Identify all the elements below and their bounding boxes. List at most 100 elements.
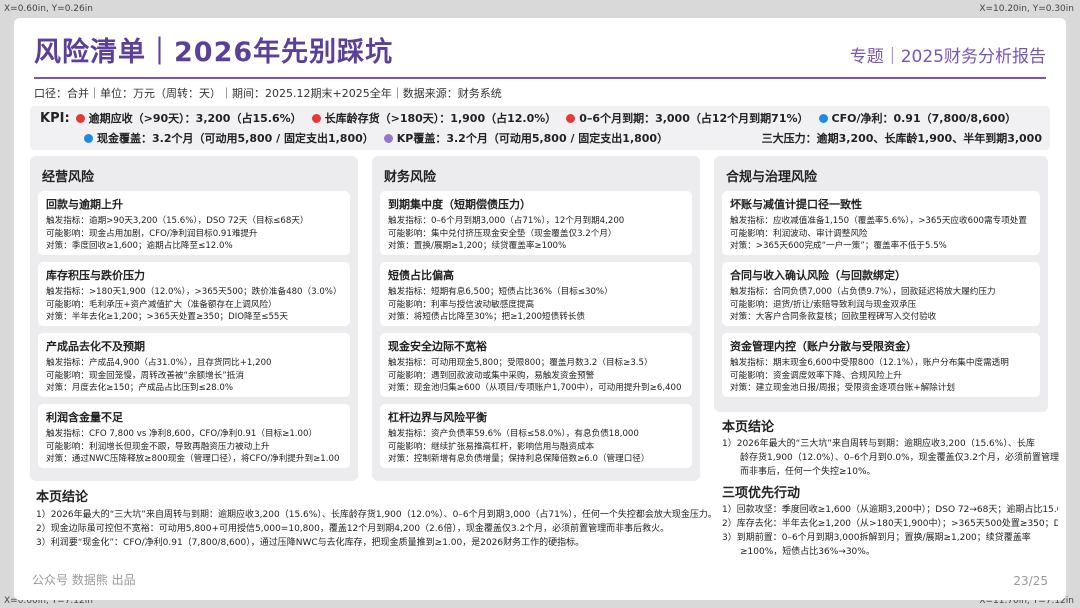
column-title: 经营风险 [42,170,95,185]
risk-card-line: 可能影响：集中兑付挤压现金安全垫（现金覆盖仅3.2个月） [388,228,617,239]
risk-card: 利润含金量不足触发指标：CFO 7,800 vs 净利8,600，CFO/净利0… [38,404,350,468]
risk-card-title: 短债占比偏高 [388,269,454,282]
priority-actions: 三项优先行动 1）回款攻坚：季度回收≥1,600（从逾期3,200中）；DSO … [722,482,1058,559]
conclusion-line: 龄存货1,900（12.0%）、0–6个月到0.0%，现金覆盖仅3.2个月，必须… [722,453,1059,463]
coord-top-right: X=10.20in, Y=0.30in [979,4,1074,14]
risk-card-line: 触发指标：资产负债率59.6%（目标≤58.0%），有息负债18,000 [388,429,639,439]
risk-card-title: 利润含金量不足 [46,411,123,424]
risk-card-line: 触发指标：短期有息6,500；短债占比36%（目标≤30%） [388,287,613,297]
risk-card-line: 触发指标：产成品4,900（占31.0%），且存货同比+1,200 [46,358,272,368]
risk-card-line: 可能影响：利润增长但现金不跟，导致再融资压力被动上升 [46,441,270,452]
status-dot-icon [84,133,93,143]
risk-card-title: 杠杆边界与风险平衡 [388,411,487,424]
risk-card: 到期集中度（短期偿债压力） 触发指标：0–6个月到期3,000（占71%），12个… [380,191,692,255]
risk-card-title: 合同与收入确认风险（与回款绑定） [730,269,906,282]
kpi-row-1: KPI: 逾期应收（>90天）：3,200（占15.6%） 长库龄存货（>180天… [40,110,1026,126]
risk-card: 合同与收入确认风险（与回款绑定） 触发指标：合同负债7,000（占负债9.7%），… [722,262,1040,326]
risk-card-line: 触发指标：0–6个月到期3,000（占71%），12个月到期4,200 [388,216,625,226]
risk-card: 库存积压与跌价压力触发指标：>180天1,900（12.0%），>365天500… [38,262,350,326]
risk-card-line: 对策：现金池归集≥600（从项目/专项账户1,700中），可动用提升到≥6,40… [388,383,682,393]
kpi-text: 现金覆盖：3.2个月（可动用5,800 / 固定支出1,800） [97,132,374,145]
coord-top-left: X=0.60in, Y=0.26in [4,4,93,14]
kpi-text: 逾期应收（>90天）：3,200（占15.6%） [88,112,302,125]
risk-card-line: 对策：季度回收≥1,600；逾期占比降至≤12.0% [46,241,233,251]
risk-card-title: 现金安全边际不宽裕 [388,340,487,353]
status-dot-icon [75,113,85,123]
column-title: 财务风险 [384,170,437,185]
bottom-conclusion-lines: 1）2026年最大的“三大坑”来自周转与到期：逾期应收3,200（15.6%）、… [36,508,712,550]
topic-label: 专题｜2025财务分析报告 [849,47,1046,67]
kpi-text: 0–6个月到期：3,000（占12个月到期71%） [579,112,809,125]
kpi-label: KPI: [40,110,70,126]
status-dot-icon [566,113,576,123]
page-title: 风险清单｜2026年先别踩坑 [34,37,394,68]
risk-card-line: 可能影响：现金回笼慢，周转改善被“余额增长”抵消 [46,370,244,381]
risk-card: 产成品去化不及预期触发指标：产成品4,900（占31.0%），且存货同比+1,2… [38,333,350,397]
conclusion-line: 2）库存去化：半年去化≥1,200（从>180天1,900中）；>365天500… [722,519,1058,529]
risk-card-line: 触发指标：合同负债7,000（占负债9.7%），回款延迟将放大履约压力 [730,287,996,297]
kpi-text: 长库龄存货（>180天）：1,900（占12.0%） [324,112,557,125]
bottom-conclusion: 本页结论 1）2026年最大的“三大坑”来自周转与到期：逾期应收3,200（15… [36,486,712,550]
right-conclusion-lines: 1）2026年最大的“三大坑”来自周转与到期：逾期应收3,200（15.6%）、… [722,437,1059,479]
conclusion-line: 1）2026年最大的“三大坑”来自周转与到期：逾期应收3,200（15.6%）、… [722,439,1035,449]
risk-card: 坏账与减值计提口径一致性 触发指标：应收减值准备1,150（覆盖率5.6%），>3… [722,191,1040,255]
risk-card-line: 对策：通过NWC压降释放≥800现金（管理口径），将CFO/净利提升到≥1.00 [46,454,340,464]
financial-risk-column: 财务风险到期集中度（短期偿债压力） 触发指标：0–6个月到期3,000（占71%）… [372,156,700,481]
conclusion-line: 1）2026年最大的“三大坑”来自周转与到期：逾期应收3,200（15.6%）、… [36,510,712,520]
risk-card-title: 产成品去化不及预期 [46,340,145,353]
risk-card: 短债占比偏高 触发指标：短期有息6,500；短债占比36%（目标≤30%） 可能影响… [380,262,692,326]
right-conclusion-title: 本页结论 [722,420,775,435]
risk-card-line: 对策：大客户合同条款复核；回款里程碑写入交付验收 [730,312,937,322]
kpi-pressure-summary: 三大压力：逾期3,200、长库龄1,900、半年到期3,000 [761,132,1042,145]
kpi-row1-items: 逾期应收（>90天）：3,200（占15.6%） 长库龄存货（>180天）：1,9… [75,110,1027,126]
risk-card-line: 可能影响：毛利承压+资产减值扩大（准备额存在上调风险） [46,299,277,310]
risk-card: 现金安全边际不宽裕触发指标：可动用现金5,800；受限800；覆盖月数3.2（目… [380,333,692,397]
conclusion-line: 而非事后，任何一个失控≥10%。 [722,467,876,477]
risk-card-line: 对策：月度去化≥150；产成品占比压到≤28.0% [46,383,234,393]
risk-card-line: 对策：建立现金池日报/周报；受限资金逐项台账+解除计划 [730,383,955,393]
kpi-text: CFO/净利：0.91（7,800/8,600） [831,112,1017,125]
conclusion-line: 3）到期前置：0–6个月到期3,000拆解到月；置换/展期≥1,200；续贷覆盖… [722,533,1031,543]
risk-card-title: 库存积压与跌价压力 [46,269,145,282]
status-dot-icon [818,113,828,123]
risk-card-line: 触发指标：CFO 7,800 vs 净利8,600，CFO/净利0.91（目标≥… [46,429,318,439]
conclusion-line: ≥100%，短债占比36%→30%。 [722,547,875,557]
column-title: 合规与治理风险 [726,170,818,185]
risk-card-line: 对策：将短债占比降至30%；把≥1,200短债转长债 [388,312,585,322]
title-divider [34,77,1046,79]
risk-card: 回款与逾期上升 触发指标：逾期>90天3,200（15.6%），DSO 72天（目… [38,191,350,255]
meta-line: 口径：合并｜单位：万元（周转：天）｜期间：2025.12期末+2025全年｜数据… [34,87,502,100]
risk-card-line: 可能影响：利润波动、审计调整风险 [730,228,868,239]
slide: 风险清单｜2026年先别踩坑 专题｜2025财务分析报告 口径：合并｜单位：万元… [14,18,1066,600]
bottom-conclusion-title: 本页结论 [36,490,89,505]
right-conclusion: 本页结论 1）2026年最大的“三大坑”来自周转与到期：逾期应收3,200（15… [722,416,1059,479]
kpi-item: CFO/净利：0.91（7,800/8,600） [818,110,1017,126]
risk-card-title: 到期集中度（短期偿债压力） [388,198,531,211]
risk-card: 杠杆边界与风险平衡触发指标：资产负债率59.6%（目标≤58.0%），有息负债1… [380,404,692,468]
kpi-item: 现金覆盖：3.2个月（可动用5,800 / 固定支出1,800） [84,130,374,146]
risk-card-title: 资金管理内控（账户分散与受限资金） [730,340,917,353]
status-dot-icon [383,133,393,143]
status-dot-icon [311,113,321,123]
risk-card-line: 触发指标：应收减值准备1,150（覆盖率5.6%），>365天应收600需专项处… [730,216,1027,226]
risk-card-line: 触发指标：>180天1,900（12.0%），>365天500；跌价准备480（… [46,287,342,297]
risk-card: 资金管理内控（账户分散与受限资金） 触发指标：期末现金6,600中受限800（12… [722,333,1040,397]
risk-card-line: 触发指标：逾期>90天3,200（15.6%），DSO 72天（目标≤68天） [46,216,309,226]
footer-credit: 公众号 数据熊 出品 [32,573,136,587]
operating-risk-column: 经营风险回款与逾期上升 触发指标：逾期>90天3,200（15.6%），DSO 7… [30,156,358,481]
risk-card-line: 对策：>365天600完成“一户一策”；覆盖率不低于5.5% [730,241,947,251]
risk-card-line: 对策：置换/展期≥1,200；续贷覆盖率≥100% [388,241,567,251]
page-number: 23/25 [1013,574,1048,588]
risk-card-line: 可能影响：现金占用加剧，CFO/净利润目标0.91难提升 [46,228,258,239]
kpi-item: 0–6个月到期：3,000（占12个月到期71%） [566,110,809,126]
risk-card-line: 触发指标：可动用现金5,800；受限800；覆盖月数3.2（目标≥3.5） [388,358,653,368]
kpi-item: 长库龄存货（>180天）：1,900（占12.0%） [311,110,557,126]
compliance-risk-column: 合规与治理风险坏账与减值计提口径一致性 触发指标：应收减值准备1,150（覆盖率5… [714,156,1048,412]
risk-card-line: 可能影响：继续扩张易推高杠杆，影响信用与融资成本 [388,441,595,452]
risk-card-line: 可能影响：资金调度效率下降、合规风险上升 [730,370,902,381]
conclusion-line: 2）现金边际虽可控但不宽裕：可动用5,800+可用授信5,000=10,800，… [36,524,670,534]
kpi-text: KP覆盖：3.2个月（可动用5,800 / 固定支出1,800） [396,132,669,145]
priority-actions-title: 三项优先行动 [722,486,801,501]
kpi-item: 逾期应收（>90天）：3,200（占15.6%） [75,110,302,126]
risk-card-line: 对策：控制新增有息负债增量；保持利息保障倍数≥6.0（管理口径） [388,454,650,464]
